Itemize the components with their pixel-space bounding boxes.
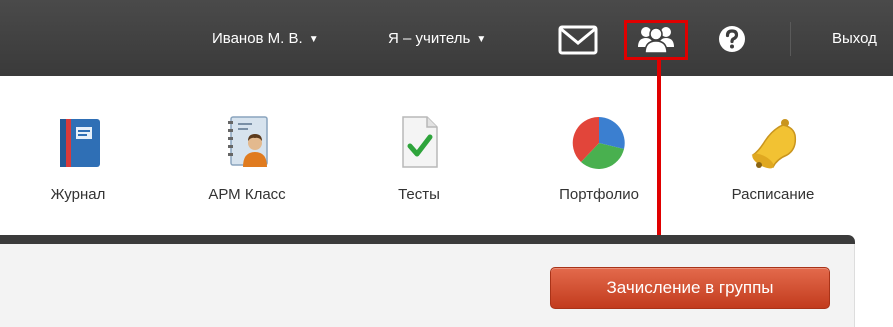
- logout-link[interactable]: Выход: [832, 29, 877, 49]
- role-menu-caret-icon: ▼: [476, 34, 487, 45]
- arm-class-icon: [228, 116, 268, 167]
- schedule-bell-icon: [751, 119, 797, 169]
- top-bar: Иванов М. В. ▼ Я – учитель ▼ Выход: [0, 0, 893, 76]
- app-journal-label: Журнал: [50, 186, 106, 203]
- portfolio-icon: [572, 116, 625, 169]
- app-portfolio-label: Портфолио: [559, 186, 639, 203]
- groups-highlight-box: [624, 20, 688, 60]
- role-label: Я – учитель: [388, 30, 471, 47]
- app-schedule-label: Расписание: [731, 186, 815, 203]
- role-menu[interactable]: Я – учитель ▼: [388, 29, 486, 50]
- app-journal[interactable]: Журнал: [23, 113, 133, 204]
- mail-icon[interactable]: [558, 25, 598, 55]
- app-arm-class[interactable]: АРМ Класс: [192, 113, 302, 204]
- panel-header-strip: [0, 235, 855, 244]
- user-menu-caret-icon: ▼: [308, 34, 319, 45]
- app-tests-label: Тесты: [398, 186, 440, 203]
- app-tests[interactable]: Тесты: [364, 113, 474, 204]
- top-divider: [790, 22, 791, 56]
- tests-icon: [402, 116, 438, 168]
- help-icon[interactable]: [718, 25, 746, 53]
- annotation-arrow-icon: [652, 60, 666, 256]
- journal-icon: [60, 119, 100, 167]
- app-arm-class-label: АРМ Класс: [208, 186, 286, 203]
- app-portfolio[interactable]: Портфолио: [544, 113, 654, 204]
- user-name: Иванов М. В.: [212, 30, 303, 47]
- enroll-in-groups-button[interactable]: Зачисление в группы: [550, 267, 830, 309]
- app-schedule[interactable]: Расписание: [718, 113, 828, 204]
- user-menu[interactable]: Иванов М. В. ▼: [212, 29, 319, 50]
